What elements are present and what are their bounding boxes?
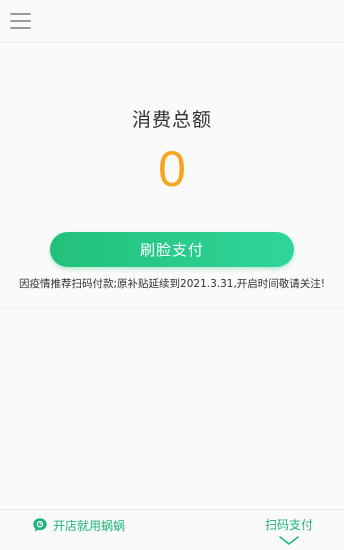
divider bbox=[0, 308, 344, 309]
chat-bubble-icon bbox=[33, 518, 47, 532]
promo-link[interactable]: 开店就用蜗蜗 bbox=[32, 516, 125, 534]
scan-pay-label: 扫码支付 bbox=[264, 518, 313, 532]
menu-icon[interactable] bbox=[10, 12, 32, 30]
bottom-bar: 开店就用蜗蜗 扫码支付 bbox=[0, 509, 344, 550]
chevron-down-icon bbox=[279, 536, 299, 545]
total-amount-label: 消费总额 bbox=[131, 109, 212, 131]
menu-icon-line bbox=[10, 13, 31, 15]
top-bar bbox=[0, 0, 344, 43]
menu-icon-line bbox=[10, 27, 31, 29]
app-screen: 消费总额 0 刷脸支付 因疫情推荐扫码付款;原补贴延续到2021.3.31,开启… bbox=[0, 0, 344, 550]
menu-icon-line bbox=[10, 20, 31, 22]
notice-text: 因疫情推荐扫码付款;原补贴延续到2021.3.31,开启时间敬请关注! bbox=[18, 278, 326, 290]
promo-label: 开店就用蜗蜗 bbox=[53, 518, 126, 533]
scan-pay-tab[interactable]: 扫码支付 bbox=[262, 516, 316, 550]
face-pay-button[interactable]: 刷脸支付 bbox=[50, 232, 294, 267]
total-amount-value: 0 bbox=[158, 141, 186, 197]
